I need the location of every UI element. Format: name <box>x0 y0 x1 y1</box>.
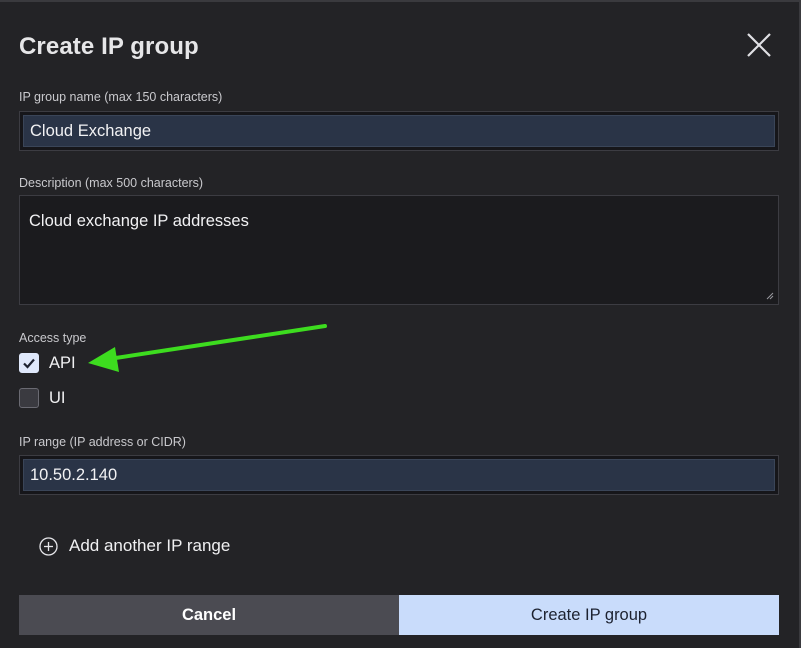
create-ip-group-dialog: Create IP group IP group name (max 150 c… <box>0 0 801 648</box>
annotation-arrow-icon <box>88 324 327 372</box>
ip-range-label: IP range (IP address or CIDR) <box>19 435 186 449</box>
resize-grip-icon[interactable] <box>766 292 774 300</box>
access-type-label: Access type <box>19 331 87 345</box>
create-ip-group-button[interactable]: Create IP group <box>399 595 779 635</box>
ip-group-name-field[interactable]: Cloud Exchange <box>19 111 779 151</box>
checkmark-icon <box>23 358 35 369</box>
cancel-button[interactable]: Cancel <box>19 595 399 635</box>
access-type-ui-option[interactable]: UI <box>19 387 66 409</box>
close-button[interactable] <box>744 31 774 59</box>
description-label: Description (max 500 characters) <box>19 176 204 190</box>
api-checkbox-label: API <box>49 353 76 372</box>
ui-checkbox-label: UI <box>49 388 66 407</box>
ip-group-name-label: IP group name (max 150 characters) <box>19 90 223 104</box>
description-textarea[interactable]: Cloud exchange IP addresses <box>19 195 779 305</box>
ui-checkbox[interactable] <box>19 388 39 408</box>
plus-circle-icon <box>39 536 58 556</box>
ip-range-input[interactable]: 10.50.2.140 <box>23 459 775 491</box>
description-value: Cloud exchange IP addresses <box>29 212 249 230</box>
dialog-title: Create IP group <box>19 33 199 60</box>
ip-group-name-input[interactable]: Cloud Exchange <box>23 115 775 147</box>
close-icon <box>747 33 771 57</box>
add-ip-range-button[interactable]: Add another IP range <box>39 534 230 558</box>
access-type-api-option[interactable]: API <box>19 352 76 374</box>
add-ip-range-label: Add another IP range <box>69 536 231 555</box>
ip-range-field[interactable]: 10.50.2.140 <box>19 455 779 495</box>
api-checkbox[interactable] <box>19 353 39 373</box>
